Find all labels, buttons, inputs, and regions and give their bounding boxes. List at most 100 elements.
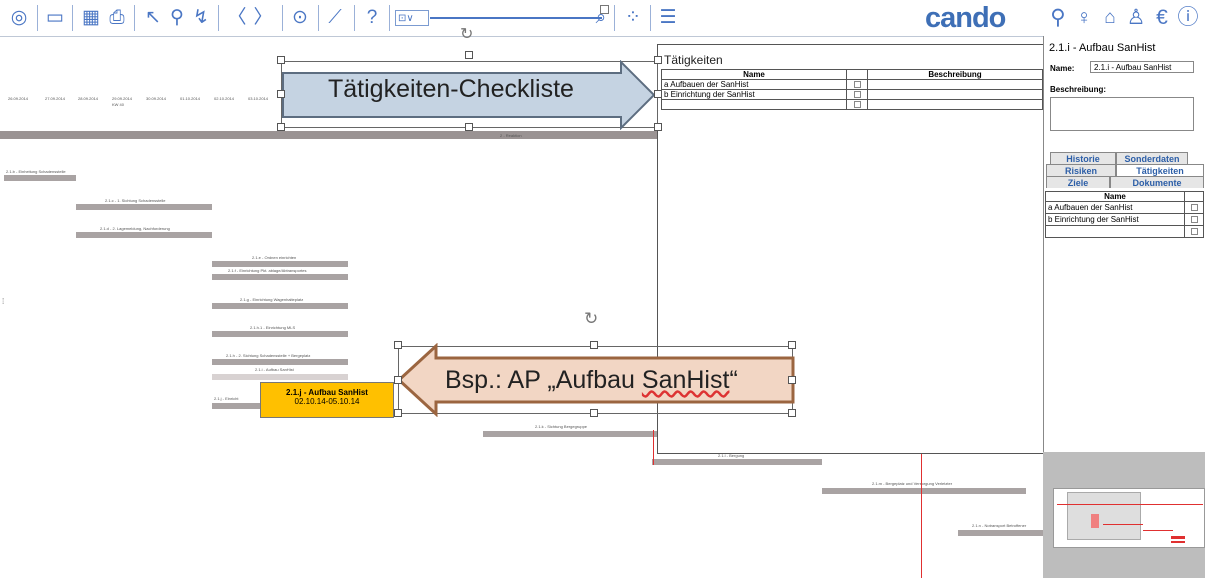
column-header-name: Name: [1045, 191, 1185, 202]
selected-task-title: 2.1.j - Aufbau SanHist: [286, 388, 368, 397]
date-label: 01.10.2014: [180, 96, 201, 101]
tab-dokumente[interactable]: Dokumente: [1110, 176, 1204, 188]
resize-handle[interactable]: [277, 123, 285, 131]
gantt-bar[interactable]: [652, 459, 822, 465]
resize-handle[interactable]: [465, 51, 473, 59]
table-row[interactable]: b Einrichtung der SanHist: [661, 89, 1043, 100]
activity-checkbox[interactable]: [853, 91, 861, 99]
minimap-line: [1171, 541, 1185, 543]
column-header-description: Beschreibung: [867, 69, 1043, 80]
callout-bottom-text: Bsp.: AP „Aufbau SanHist“: [445, 366, 738, 394]
activity-checkbox[interactable]: [853, 101, 861, 109]
description-field[interactable]: [1050, 97, 1194, 131]
resize-handle[interactable]: [788, 409, 796, 417]
resize-handle[interactable]: [654, 123, 662, 131]
gantt-bar[interactable]: [483, 431, 657, 437]
activity-checkbox[interactable]: [853, 81, 861, 89]
tab-historie[interactable]: Historie: [1050, 152, 1116, 164]
resize-handle[interactable]: [788, 341, 796, 349]
prev-icon[interactable]: 〈: [224, 6, 250, 30]
tab-risiken[interactable]: Risiken: [1046, 164, 1116, 176]
search-icon[interactable]: ⚲: [1045, 6, 1071, 30]
details-header: 2.1.i - Aufbau SanHist: [1049, 42, 1156, 54]
gantt-bar[interactable]: [958, 530, 1043, 536]
resize-handle[interactable]: [590, 409, 598, 417]
activity-description[interactable]: [867, 79, 1043, 90]
next-icon[interactable]: 〉: [250, 6, 276, 30]
overview-minimap[interactable]: [1043, 452, 1205, 578]
table-row[interactable]: b Einrichtung der SanHist: [1045, 213, 1204, 226]
linechart-icon[interactable]: ⟋: [322, 6, 348, 30]
gantt-bar-label: 2.1.d - 2. Lagemeldung, Nachforderung: [100, 226, 170, 231]
right-icon-strip: ⚲ ♀ ⌂ ♙ € ⓘ: [1043, 0, 1205, 36]
cursor-icon[interactable]: ↖: [140, 6, 166, 30]
info-icon[interactable]: ⓘ: [1175, 6, 1201, 30]
list-icon[interactable]: ☰: [655, 6, 681, 30]
activity-description[interactable]: [867, 89, 1043, 100]
comment-icon[interactable]: ▭: [42, 6, 68, 30]
gantt-bar[interactable]: [4, 175, 76, 181]
person-icon[interactable]: ♙: [1123, 6, 1149, 30]
table-row[interactable]: a Aufbauen der SanHist: [661, 79, 1043, 90]
euro-icon[interactable]: €: [1149, 6, 1175, 30]
table-row[interactable]: a Aufbauen der SanHist: [1045, 201, 1204, 214]
lock-icon[interactable]: ⌂: [1097, 6, 1123, 30]
activity-checkbox[interactable]: [1190, 204, 1198, 212]
network-icon[interactable]: ⁘: [620, 6, 646, 30]
selected-task[interactable]: 2.1.j - Aufbau SanHist 02.10.14-05.10.14: [260, 382, 394, 418]
zoom-slider[interactable]: [430, 17, 602, 19]
gantt-bar[interactable]: [212, 303, 348, 309]
search-icon[interactable]: ⌕: [588, 6, 614, 30]
tab-ziele[interactable]: Ziele: [1046, 176, 1110, 188]
gantt-bar[interactable]: [212, 331, 348, 337]
print-icon[interactable]: ⎙: [104, 6, 130, 30]
minimap-line: [1171, 536, 1185, 539]
rotate-handle-icon[interactable]: ↻: [460, 24, 473, 44]
gantt-bar[interactable]: [212, 274, 348, 280]
resize-handle[interactable]: [394, 341, 402, 349]
connect-icon[interactable]: ↯: [188, 6, 214, 30]
resize-handle[interactable]: [465, 123, 473, 131]
activity-checkbox[interactable]: [1190, 228, 1198, 236]
chart-icon[interactable]: ▦: [78, 6, 104, 30]
resize-handle[interactable]: [394, 409, 402, 417]
help-icon[interactable]: ?: [359, 6, 385, 30]
resize-handle[interactable]: [788, 376, 796, 384]
resize-handle[interactable]: [590, 341, 598, 349]
table-row[interactable]: [661, 99, 1043, 110]
resize-handle[interactable]: [277, 56, 285, 64]
view-combo[interactable]: ⊡∨: [395, 10, 429, 26]
table-row[interactable]: [1045, 225, 1204, 238]
activity-description[interactable]: [867, 99, 1043, 110]
resize-handle[interactable]: [654, 90, 662, 98]
gantt-bar[interactable]: [76, 232, 212, 238]
gantt-bar[interactable]: [212, 403, 262, 409]
activity-name: a Aufbauen der SanHist: [1045, 201, 1185, 214]
bulb-icon[interactable]: ♀: [1071, 6, 1097, 30]
dependency-line: [653, 430, 654, 465]
zoom-icon[interactable]: ⚲: [164, 6, 190, 30]
today-line: [921, 452, 922, 578]
activity-checkbox[interactable]: [1190, 216, 1198, 224]
minimap-viewport[interactable]: [1067, 492, 1141, 540]
gantt-bar[interactable]: [212, 374, 348, 380]
resize-handle[interactable]: [277, 90, 285, 98]
resize-handle[interactable]: [654, 56, 662, 64]
gantt-bar[interactable]: [212, 261, 348, 267]
tab-taetigkeiten[interactable]: Tätigkeiten: [1116, 164, 1204, 176]
date-label: 26.09.2014: [8, 96, 29, 101]
minimap-marker: [1091, 514, 1099, 528]
gantt-bar[interactable]: [212, 359, 348, 365]
description-label: Beschreibung:: [1050, 85, 1107, 94]
eye-icon[interactable]: ◎: [6, 6, 32, 30]
name-field[interactable]: 2.1.i - Aufbau SanHist: [1090, 61, 1194, 73]
resize-handle[interactable]: [394, 376, 402, 384]
gantt-bar-label: 2.1.e - Ordnen einrichten: [252, 255, 297, 260]
tab-sonderdaten[interactable]: Sonderdaten: [1116, 152, 1188, 164]
play-icon[interactable]: ⊙: [287, 6, 313, 30]
toolbar: ◎ ▭ ▦ ⎙ ↖ ⚲ ↯ 〈 〉 ⊙ ⟋ ? ⊡∨ ⌕ ⁘ ☰ cando: [0, 0, 1043, 37]
toolbar-separator: [354, 5, 355, 31]
gantt-bar[interactable]: [822, 488, 1026, 494]
gantt-bar[interactable]: [76, 204, 212, 210]
rotate-handle-icon[interactable]: ↻: [584, 309, 598, 329]
